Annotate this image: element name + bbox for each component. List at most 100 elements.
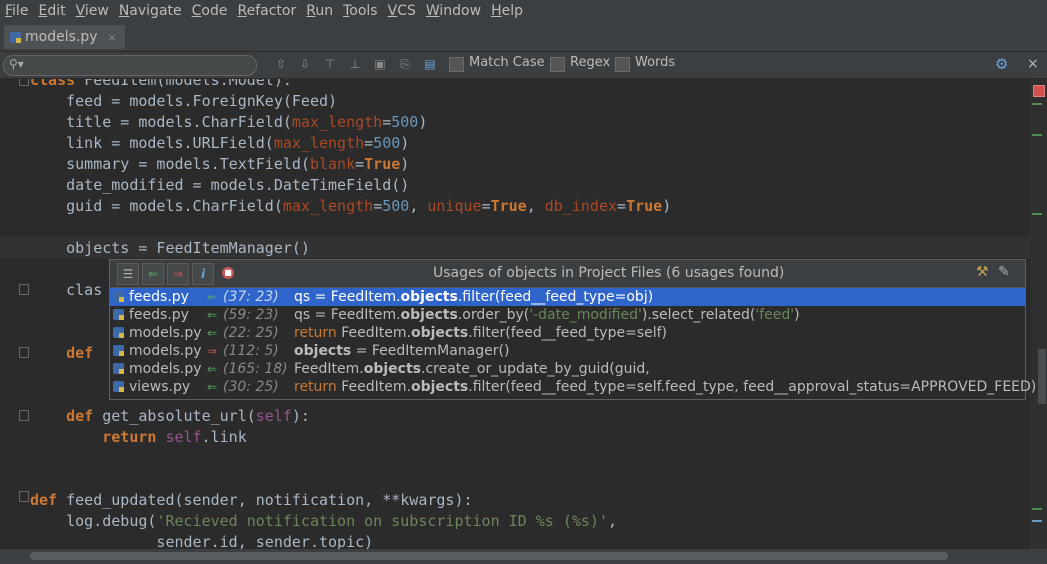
- usage-row[interactable]: feeds.py ⇐ (37: 23) qs = FeedItem.objects.f…: [110, 288, 1025, 306]
- code-line[interactable]: feed = models.ForeignKey(Feed): [30, 91, 337, 112]
- python-file-icon: [113, 363, 124, 374]
- code-line[interactable]: sender.id, sender.topic): [30, 532, 373, 549]
- change-marker[interactable]: [1032, 134, 1042, 136]
- usage-row[interactable]: models.py ⇐ (22: 25) return FeedItem.object…: [110, 324, 1025, 342]
- error-indicator-icon[interactable]: [1033, 85, 1045, 97]
- menu-bar: File Edit View Navigate Code Refactor Run Tools…: [0, 0, 1047, 23]
- fold-marker-icon[interactable]: [19, 284, 29, 295]
- usage-location: (165: 18): [223, 361, 288, 377]
- usage-location: (22: 25): [223, 325, 279, 341]
- python-file-icon: [113, 327, 124, 338]
- match-case-checkbox[interactable]: [449, 57, 464, 72]
- usage-code-snippet: FeedItem.objects.create_or_update_by_gui…: [294, 361, 650, 377]
- gear-icon[interactable]: ⚙: [995, 55, 1008, 73]
- regex-label: Regex: [570, 55, 611, 70]
- change-marker[interactable]: [1032, 103, 1042, 105]
- usage-file-name: models.py: [129, 361, 202, 377]
- read-access-icon: ⇐: [207, 362, 218, 376]
- fold-marker-icon[interactable]: [19, 491, 29, 502]
- fold-marker-icon[interactable]: [19, 79, 29, 86]
- code-line[interactable]: summary = models.TextField(blank=True): [30, 154, 409, 175]
- usage-file-name: feeds.py: [129, 289, 189, 305]
- usage-row[interactable]: models.py ⇐ (165: 18) FeedItem.objects.crea…: [110, 360, 1025, 378]
- code-line[interactable]: date_modified = models.DateTimeField(): [30, 175, 409, 196]
- code-line[interactable]: objects = FeedItemManager(): [30, 238, 310, 259]
- filter-icon[interactable]: ▤: [422, 56, 438, 72]
- tab-label: models.py: [25, 29, 98, 45]
- export-icon[interactable]: ⎘: [397, 56, 413, 72]
- fold-marker-icon[interactable]: [19, 410, 29, 421]
- tab-close-icon[interactable]: ×: [108, 31, 117, 44]
- usage-code-snippet: return FeedItem.objects.filter(feed__fee…: [294, 325, 668, 341]
- usage-code-snippet: qs = FeedItem.objects.order_by('-date_mo…: [294, 307, 800, 323]
- menu-item-edit[interactable]: Edit: [33, 0, 70, 23]
- read-access-icon: ⇐: [207, 326, 218, 340]
- code-line[interactable]: guid = models.CharField(max_length=500, …: [30, 196, 671, 217]
- usage-row[interactable]: feeds.py ⇐ (59: 23) qs = FeedItem.objects.o…: [110, 306, 1025, 324]
- usage-code-snippet: return FeedItem.objects.filter(feed__fee…: [294, 379, 1037, 395]
- code-line[interactable]: title = models.CharField(max_length=500): [30, 112, 427, 133]
- usage-marker[interactable]: [1032, 520, 1042, 522]
- previous-occurrence-icon[interactable]: ⇧: [273, 56, 289, 72]
- menu-item-help[interactable]: Help: [486, 0, 528, 23]
- horizontal-scroll-thumb[interactable]: [30, 552, 948, 560]
- python-file-icon: [113, 381, 124, 392]
- merge-usages-icon[interactable]: ☰: [117, 263, 139, 285]
- regex-checkbox[interactable]: [550, 57, 565, 72]
- search-input[interactable]: ⚲▾: [3, 55, 257, 76]
- menu-item-code[interactable]: Code: [187, 0, 233, 23]
- vertical-scroll-thumb[interactable]: [1038, 349, 1046, 404]
- code-line[interactable]: def feed_updated(sender, notification, *…: [30, 490, 473, 511]
- menu-item-file[interactable]: File: [0, 0, 33, 23]
- code-line[interactable]: log.debug('Recieved notification on subs…: [30, 511, 617, 532]
- usage-row[interactable]: models.py ⇒ (112: 5) objects = FeedItemMana…: [110, 342, 1025, 360]
- code-line[interactable]: clas: [30, 280, 102, 301]
- popup-header: ☰ ⇐ ⇒ i ■ Usages of objects in Project F…: [110, 260, 1025, 288]
- menu-item-run[interactable]: Run: [301, 0, 338, 23]
- menu-item-vcs[interactable]: VCS: [383, 0, 421, 23]
- write-access-icon[interactable]: ⇒: [167, 263, 189, 285]
- python-file-icon: [113, 345, 124, 356]
- code-line[interactable]: def: [30, 343, 93, 364]
- fold-marker-icon[interactable]: [19, 347, 29, 358]
- code-line[interactable]: class FeedItem(models.Model):: [30, 79, 292, 91]
- pin-icon[interactable]: ✎: [998, 264, 1010, 280]
- menu-item-view[interactable]: View: [71, 0, 114, 23]
- read-access-icon: ⇐: [207, 380, 218, 394]
- usage-location: (59: 23): [223, 307, 279, 323]
- search-icon[interactable]: ⚲▾: [9, 57, 24, 71]
- code-line[interactable]: def get_absolute_url(self):: [30, 406, 310, 427]
- add-occurrence-icon[interactable]: ⊤: [322, 56, 338, 72]
- python-file-icon: [10, 31, 21, 43]
- words-label: Words: [635, 55, 676, 70]
- usage-location: (112: 5): [223, 343, 279, 359]
- usage-code-snippet: qs = FeedItem.objects.filter(feed__feed_…: [294, 289, 654, 305]
- read-access-icon[interactable]: ⇐: [142, 263, 164, 285]
- horizontal-scrollbar[interactable]: [0, 549, 1047, 564]
- usage-location: (37: 23): [223, 289, 279, 305]
- change-marker[interactable]: [1032, 213, 1042, 215]
- change-marker[interactable]: [1032, 508, 1042, 510]
- menu-item-navigate[interactable]: Navigate: [114, 0, 187, 23]
- stop-icon[interactable]: ■: [222, 267, 234, 279]
- python-file-icon: [113, 291, 124, 302]
- menu-item-window[interactable]: Window: [421, 0, 486, 23]
- next-occurrence-icon[interactable]: ⇩: [297, 56, 313, 72]
- usage-row[interactable]: views.py ⇐ (30: 25) return FeedItem.objects…: [110, 378, 1036, 396]
- menu-item-refactor[interactable]: Refactor: [232, 0, 301, 23]
- tab-models-py[interactable]: models.py ×: [4, 25, 125, 49]
- popup-title: Usages of objects in Project Files (6 us…: [433, 265, 785, 281]
- select-all-occurrences-icon[interactable]: ▣: [372, 56, 388, 72]
- error-stripe[interactable]: [1030, 79, 1047, 549]
- menu-item-tools[interactable]: Tools: [338, 0, 383, 23]
- close-icon[interactable]: ×: [1027, 56, 1039, 72]
- usage-file-name: views.py: [129, 379, 191, 395]
- info-icon[interactable]: i: [192, 263, 214, 285]
- remove-occurrence-icon[interactable]: ⊥: [347, 56, 363, 72]
- write-access-icon: ⇒: [207, 344, 218, 358]
- read-access-icon: ⇐: [207, 290, 218, 304]
- code-line[interactable]: return self.link: [30, 427, 247, 448]
- words-checkbox[interactable]: [615, 57, 630, 72]
- code-line[interactable]: link = models.URLField(max_length=500): [30, 133, 409, 154]
- settings-wrench-icon[interactable]: ⚒: [976, 264, 989, 280]
